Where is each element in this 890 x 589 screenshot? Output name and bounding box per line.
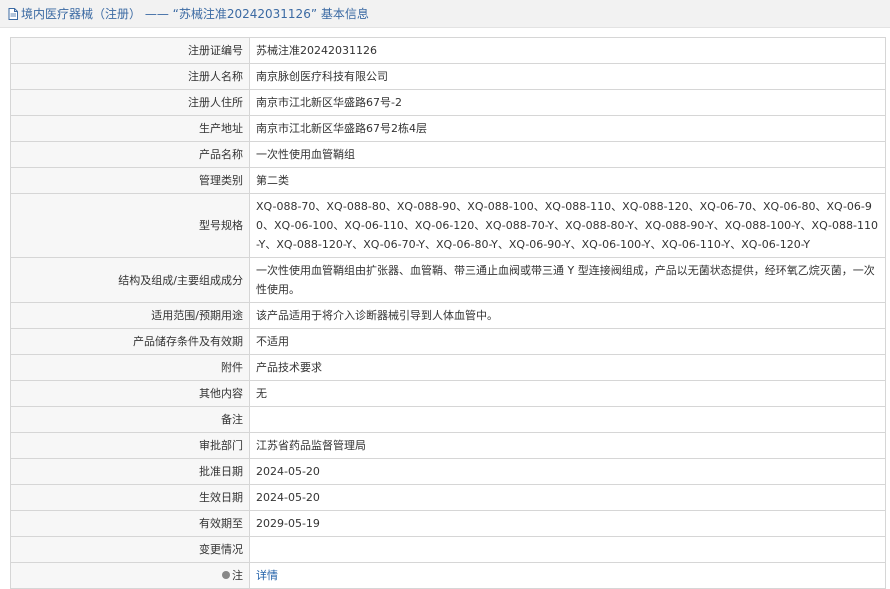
note-label-cell: 注 (10, 562, 250, 589)
table-row: 结构及组成/主要组成成分 一次性使用血管鞘组由扩张器、血管鞘、带三通止血阀或带三… (10, 257, 886, 303)
field-label: 注册人名称 (10, 63, 250, 90)
table-row: 备注 (10, 406, 886, 433)
table-row: 注册证编号 苏械注准20242031126 (10, 37, 886, 64)
table-row: 批准日期 2024-05-20 (10, 458, 886, 485)
field-value: 南京市江北新区华盛路67号2栋4层 (249, 115, 886, 142)
table-row: 有效期至 2029-05-19 (10, 510, 886, 537)
page-header: 境内医疗器械（注册） —— “苏械注准20242031126” 基本信息 (0, 0, 890, 28)
table-row: 产品名称 一次性使用血管鞘组 (10, 141, 886, 168)
table-row: 管理类别 第二类 (10, 167, 886, 194)
field-label: 附件 (10, 354, 250, 381)
note-row: 注 详情 (10, 562, 886, 589)
table-row: 注册人名称 南京脉创医疗科技有限公司 (10, 63, 886, 90)
field-label: 变更情况 (10, 536, 250, 563)
table-row: 审批部门 江苏省药品监督管理局 (10, 432, 886, 459)
field-label: 产品名称 (10, 141, 250, 168)
field-value: 不适用 (249, 328, 886, 355)
field-label: 结构及组成/主要组成成分 (10, 257, 250, 303)
registration-info-table: 注册证编号 苏械注准20242031126 注册人名称 南京脉创医疗科技有限公司… (10, 37, 886, 589)
field-label: 批准日期 (10, 458, 250, 485)
field-value: 产品技术要求 (249, 354, 886, 381)
table-row: 适用范围/预期用途 该产品适用于将介入诊断器械引导到人体血管中。 (10, 302, 886, 329)
field-value: 2024-05-20 (249, 458, 886, 485)
field-label: 适用范围/预期用途 (10, 302, 250, 329)
field-value: 无 (249, 380, 886, 407)
table-row: 产品储存条件及有效期 不适用 (10, 328, 886, 355)
field-label: 型号规格 (10, 193, 250, 258)
page-title: 境内医疗器械（注册） —— “苏械注准20242031126” 基本信息 (21, 7, 369, 21)
field-value: XQ-088-70、XQ-088-80、XQ-088-90、XQ-088-100… (249, 193, 886, 258)
field-label: 注册证编号 (10, 37, 250, 64)
note-value-cell: 详情 (249, 562, 886, 589)
field-value: 第二类 (249, 167, 886, 194)
document-icon (8, 7, 18, 20)
field-label: 备注 (10, 406, 250, 433)
field-value: 2024-05-20 (249, 484, 886, 511)
field-value: 一次性使用血管鞘组 (249, 141, 886, 168)
field-value: 一次性使用血管鞘组由扩张器、血管鞘、带三通止血阀或带三通 Y 型连接阀组成，产品… (249, 257, 886, 303)
field-value: 苏械注准20242031126 (249, 37, 886, 64)
table-row: 附件 产品技术要求 (10, 354, 886, 381)
field-label: 注册人住所 (10, 89, 250, 116)
field-value: 2029-05-19 (249, 510, 886, 537)
field-value: 江苏省药品监督管理局 (249, 432, 886, 459)
field-label: 管理类别 (10, 167, 250, 194)
table-row: 变更情况 (10, 536, 886, 563)
table-row: 型号规格 XQ-088-70、XQ-088-80、XQ-088-90、XQ-08… (10, 193, 886, 258)
table-row: 生效日期 2024-05-20 (10, 484, 886, 511)
field-value (249, 406, 886, 433)
field-value: 南京脉创医疗科技有限公司 (249, 63, 886, 90)
field-label: 产品储存条件及有效期 (10, 328, 250, 355)
field-value: 该产品适用于将介入诊断器械引导到人体血管中。 (249, 302, 886, 329)
field-value: 南京市江北新区华盛路67号-2 (249, 89, 886, 116)
table-row: 注册人住所 南京市江北新区华盛路67号-2 (10, 89, 886, 116)
field-label: 生效日期 (10, 484, 250, 511)
field-value (249, 536, 886, 563)
pin-icon (222, 571, 230, 579)
table-row: 生产地址 南京市江北新区华盛路67号2栋4层 (10, 115, 886, 142)
field-label: 其他内容 (10, 380, 250, 407)
field-label: 生产地址 (10, 115, 250, 142)
field-label: 审批部门 (10, 432, 250, 459)
note-label: 注 (232, 569, 243, 582)
details-link[interactable]: 详情 (256, 569, 278, 582)
field-label: 有效期至 (10, 510, 250, 537)
table-row: 其他内容 无 (10, 380, 886, 407)
